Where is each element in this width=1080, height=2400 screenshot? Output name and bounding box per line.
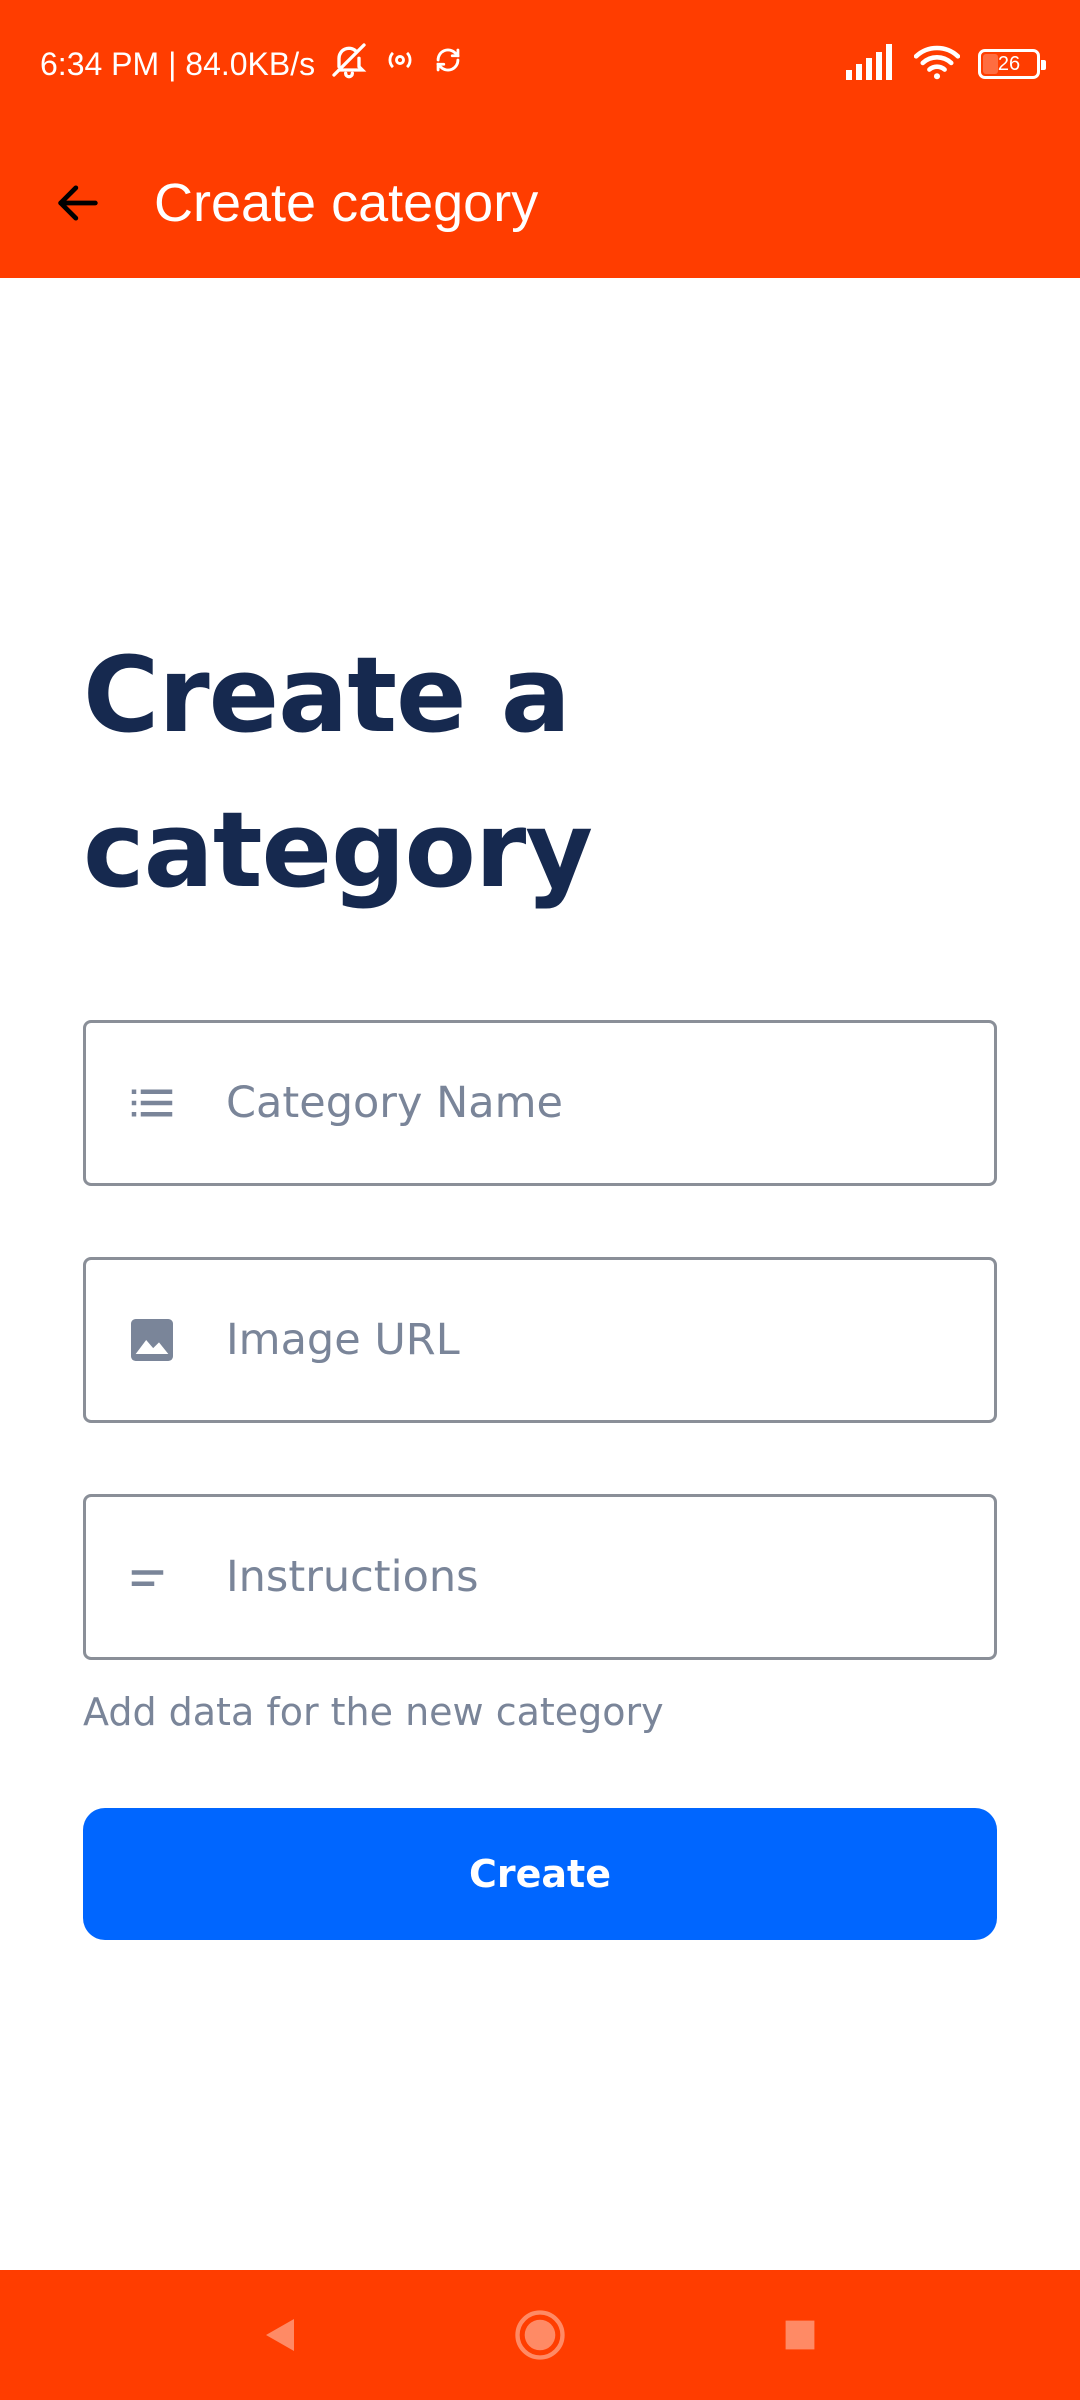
app-title: Create category (154, 173, 539, 233)
page-heading: Create a category (83, 634, 593, 911)
home-circle-icon (515, 2310, 565, 2360)
nav-home-button[interactable] (505, 2300, 575, 2370)
status-bar: 6:34 PM | 84.0KB/s 26 (0, 0, 1080, 128)
battery-text: 26 (997, 52, 1021, 75)
battery-icon: 26 (978, 49, 1046, 79)
battery-level (983, 54, 998, 74)
bell-off-icon (329, 40, 369, 88)
instructions-field[interactable] (83, 1494, 997, 1660)
nav-recents-button[interactable] (765, 2300, 835, 2370)
signal-icon (846, 43, 896, 85)
system-nav-bar (0, 2270, 1080, 2400)
arrow-left-icon (58, 185, 98, 221)
category-name-input[interactable] (226, 1078, 926, 1128)
recents-square-icon (785, 2320, 815, 2350)
image-url-input[interactable] (226, 1315, 926, 1365)
sync-icon (431, 43, 465, 85)
notes-icon (122, 1547, 182, 1607)
category-name-field[interactable] (83, 1020, 997, 1186)
app-bar: Create category (0, 128, 1080, 278)
create-button[interactable]: Create (83, 1808, 997, 1940)
status-left: 6:34 PM | 84.0KB/s (40, 40, 465, 88)
nav-back-button[interactable] (245, 2300, 315, 2370)
hotspot-icon (383, 43, 417, 85)
helper-text: Add data for the new category (83, 1690, 664, 1734)
instructions-input[interactable] (226, 1552, 926, 1602)
image-icon (122, 1310, 182, 1370)
wifi-icon (913, 43, 961, 86)
back-button[interactable] (28, 153, 128, 253)
status-time: 6:34 PM | 84.0KB/s (40, 45, 316, 82)
list-icon (122, 1073, 182, 1133)
back-triangle-icon (266, 2319, 294, 2351)
image-url-field[interactable] (83, 1257, 997, 1423)
status-right: 26 (846, 43, 1046, 86)
